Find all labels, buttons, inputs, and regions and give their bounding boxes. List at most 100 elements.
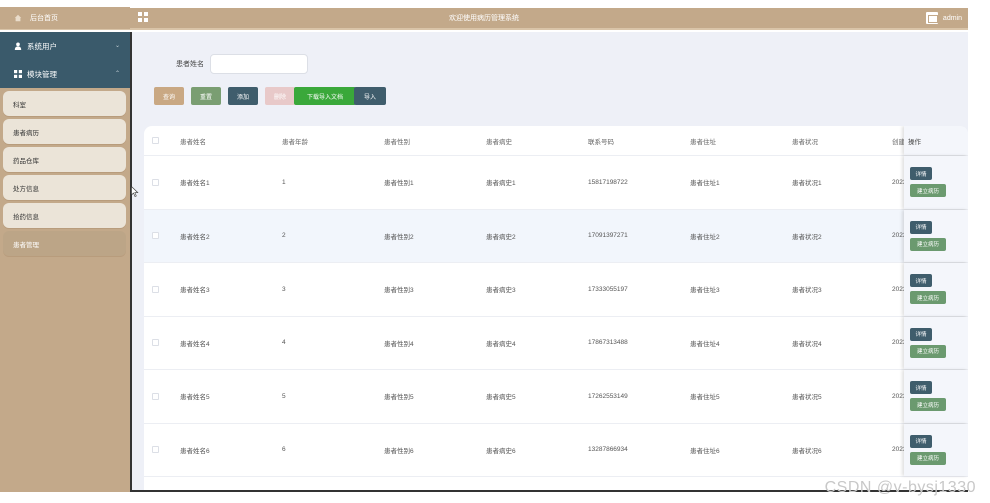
row-checkbox[interactable]	[152, 446, 159, 454]
table-cell: 患者病史1	[486, 180, 516, 188]
table-cell: 患者病史2	[486, 233, 516, 241]
row-actions: 详情 建立病历	[904, 263, 968, 316]
table-cell: 患者病史6	[486, 447, 516, 455]
menu-toggle-icon[interactable]	[138, 12, 148, 22]
data-table: 患者姓名 患者年龄 患者性别 患者病史 联系号码 患者住址 患者状况 创建 操作…	[144, 126, 968, 492]
row-actions: 详情 建立病历	[904, 370, 968, 423]
table-cell: 5	[282, 392, 286, 400]
create-record-button[interactable]: 建立病历	[910, 237, 946, 251]
table-cell: 15817198722	[588, 178, 628, 186]
mouse-cursor-icon	[131, 186, 139, 197]
patient-name-input[interactable]	[210, 54, 308, 74]
table-cell: 患者状况6	[792, 447, 822, 455]
header-cell: 联系号码	[588, 138, 614, 146]
row-actions: 详情 建立病历	[904, 209, 968, 262]
header-cell: 患者状况	[792, 138, 818, 146]
header-cell: 患者病史	[486, 138, 512, 146]
row-checkbox[interactable]	[152, 392, 159, 400]
sidebar-item-label: 患者病历	[13, 129, 39, 137]
sidebar-group-modules[interactable]: 模块管理 ⌃	[0, 60, 130, 88]
table-cell: 1	[282, 178, 286, 186]
detail-button[interactable]: 详情	[910, 274, 932, 288]
avatar-icon	[925, 12, 938, 24]
sidebar-item-pickup-info[interactable]: 拾药信息	[3, 203, 126, 228]
table-cell: 患者性别3	[384, 287, 414, 295]
row-checkbox[interactable]	[152, 339, 159, 347]
sidebar-item-patient-management[interactable]: 患者管理	[3, 231, 126, 256]
detail-button[interactable]: 详情	[910, 220, 932, 234]
sidebar-item-patient-records[interactable]: 患者病历	[3, 119, 126, 144]
table-row[interactable]: 患者姓名5 5 患者性别5 患者病史5 17262553149 患者住址5 患者状况5 202…	[144, 370, 968, 424]
sidebar-item-prescriptions[interactable]: 处方信息	[3, 175, 126, 200]
detail-button[interactable]: 详情	[910, 327, 932, 341]
header-cell: 患者姓名	[180, 138, 206, 146]
create-record-button[interactable]: 建立病历	[910, 184, 946, 198]
search-label: 患者姓名	[176, 61, 204, 68]
sidebar-group-system-users[interactable]: 系统用户 ⌄	[0, 32, 130, 60]
sidebar-group-label: 模块管理	[27, 69, 57, 79]
create-record-button[interactable]: 建立病历	[910, 344, 946, 358]
username: admin	[942, 14, 962, 22]
table-cell: 患者性别4	[384, 340, 414, 348]
table-cell: 3	[282, 285, 286, 293]
sidebar-item-department[interactable]: 科室	[3, 91, 126, 116]
table-cell: 患者状况2	[792, 233, 822, 241]
table-cell: 患者住址2	[690, 233, 720, 241]
grid-icon	[14, 70, 22, 78]
reset-button[interactable]: 重置	[191, 87, 221, 105]
chevron-up-icon: ⌃	[114, 71, 120, 77]
table-cell: 患者状况4	[792, 340, 822, 348]
row-checkbox[interactable]	[152, 285, 159, 293]
chevron-down-icon: ⌄	[114, 43, 120, 49]
table-cell: 4	[282, 339, 286, 347]
detail-button[interactable]: 详情	[910, 381, 932, 395]
row-checkbox[interactable]	[152, 232, 159, 240]
table-cell: 患者住址5	[690, 394, 720, 402]
create-record-button[interactable]: 建立病历	[910, 291, 946, 305]
table-row[interactable]: 患者姓名6 6 患者性别6 患者病史6 13287866934 患者住址6 患者状况6 202…	[144, 423, 968, 477]
table-cell: 患者病史5	[486, 394, 516, 402]
table-cell: 17333055197	[588, 285, 628, 293]
header-cell: 患者年龄	[282, 138, 308, 146]
select-all-checkbox[interactable]	[152, 137, 159, 144]
table-cell: 患者姓名5	[180, 394, 210, 402]
row-actions: 详情 建立病历	[904, 423, 968, 476]
table-cell: 13287866934	[588, 446, 628, 454]
sidebar-item-label: 药品仓库	[13, 157, 39, 165]
header-cell: 患者性别	[384, 138, 410, 146]
query-button[interactable]: 查询	[154, 87, 184, 105]
sidebar-item-label: 患者管理	[13, 241, 39, 249]
table-header: 患者姓名 患者年龄 患者性别 患者病史 联系号码 患者住址 患者状况 创建 操作	[144, 126, 968, 156]
table-row[interactable]: 患者姓名1 1 患者性别1 患者病史1 15817198722 患者住址1 患者状况1 202…	[144, 156, 968, 210]
table-row[interactable]: 患者姓名2 2 患者性别2 患者病史2 17091397271 患者住址2 患者状况2 202…	[144, 209, 968, 263]
detail-button[interactable]: 详情	[910, 167, 932, 181]
sidebar-item-drug-warehouse[interactable]: 药品仓库	[3, 147, 126, 172]
sidebar-group-label: 系统用户	[27, 41, 57, 51]
row-actions: 详情 建立病历	[904, 156, 968, 209]
table-row[interactable]: 患者姓名3 3 患者性别3 患者病史3 17333055197 患者住址3 患者状况3 202…	[144, 263, 968, 317]
header-cell-ops: 操作	[904, 126, 968, 155]
table-cell: 17262553149	[588, 392, 628, 400]
table-cell: 患者住址1	[690, 180, 720, 188]
sidebar-item-label: 处方信息	[13, 185, 39, 193]
right-gutter	[968, 0, 990, 503]
import-button[interactable]: 导入	[354, 87, 386, 105]
row-checkbox[interactable]	[152, 178, 159, 186]
download-template-button[interactable]: 下载导入文档	[294, 87, 356, 105]
table-cell: 患者住址6	[690, 447, 720, 455]
table-cell: 患者性别1	[384, 180, 414, 188]
add-button[interactable]: 添加	[228, 87, 258, 105]
table-cell: 患者状况5	[792, 394, 822, 402]
table-cell: 患者状况3	[792, 287, 822, 295]
table-cell: 17091397271	[588, 232, 628, 240]
table-cell: 患者姓名1	[180, 180, 210, 188]
table-cell: 2	[282, 232, 286, 240]
create-record-button[interactable]: 建立病历	[910, 398, 946, 412]
table-cell: 患者住址4	[690, 340, 720, 348]
user-menu[interactable]: admin	[925, 12, 962, 24]
create-record-button[interactable]: 建立病历	[910, 451, 946, 465]
table-row[interactable]: 患者姓名4 4 患者性别4 患者病史4 17867313488 患者住址4 患者状况4 202…	[144, 316, 968, 370]
row-actions: 详情 建立病历	[904, 316, 968, 369]
delete-button[interactable]: 删除	[265, 87, 295, 105]
detail-button[interactable]: 详情	[910, 434, 932, 448]
